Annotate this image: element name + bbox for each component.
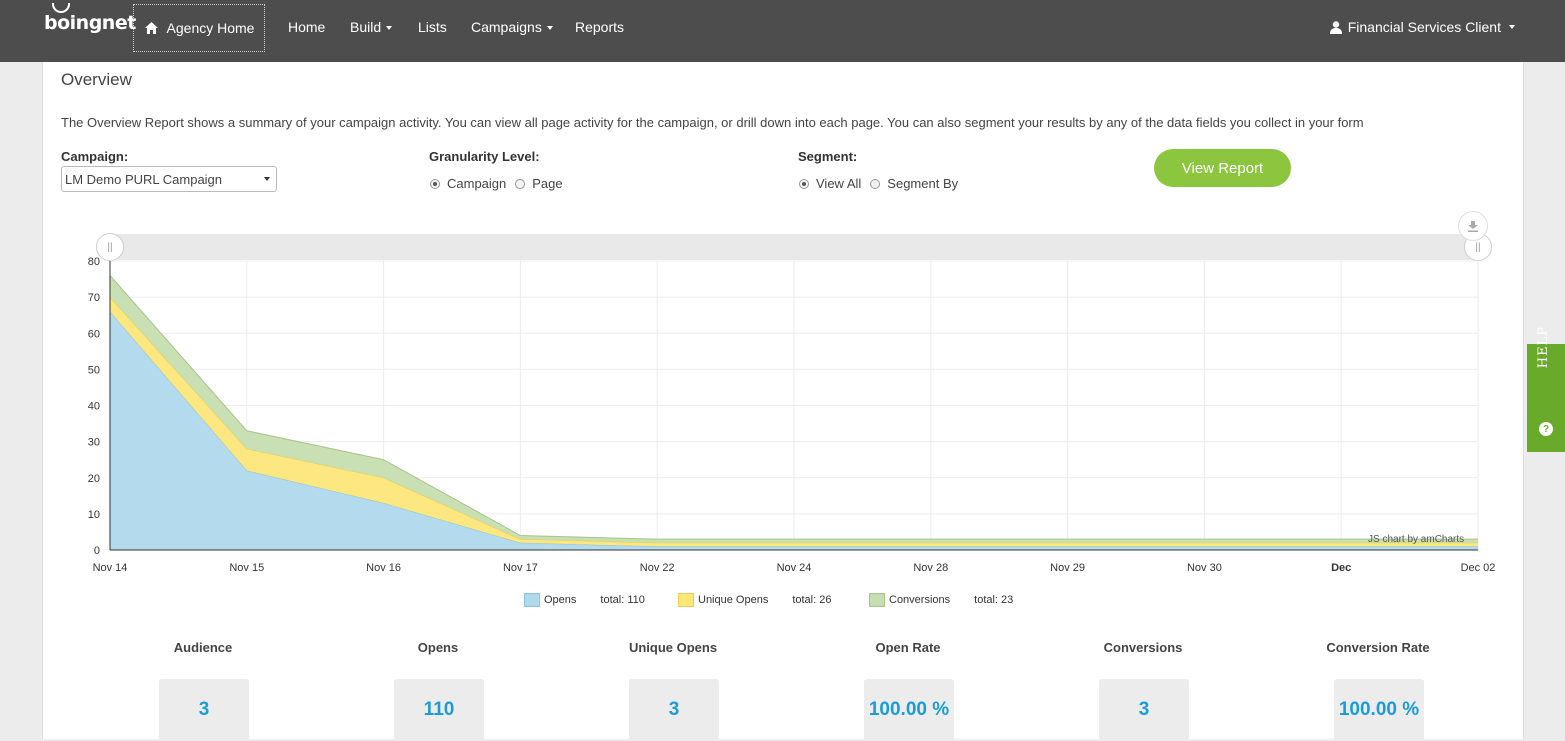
legend-item-unique-opens[interactable]: Unique Opens total: 26	[678, 593, 831, 607]
agency-home-button[interactable]: Agency Home	[133, 4, 265, 52]
stat-conversions-label: Conversions	[1103, 640, 1183, 655]
y-tick-label: 0	[94, 545, 100, 557]
x-tick-label: Nov 14	[93, 562, 128, 574]
user-name: Financial Services Client	[1347, 19, 1501, 35]
stat-audience-value: 3	[159, 679, 249, 741]
stat-opens-label: Opens	[417, 640, 459, 655]
legend-unique-opens-total: total: 26	[792, 594, 832, 606]
stat-open-rate-label: Open Rate	[875, 640, 941, 655]
x-tick-label: Nov 24	[777, 562, 812, 574]
nav-campaigns[interactable]: Campaigns	[471, 19, 553, 35]
legend-unique-opens-label: Unique Opens	[698, 594, 769, 606]
x-tick-label: Nov 28	[913, 562, 948, 574]
legend-unique-opens-swatch	[678, 593, 694, 607]
top-navbar: boingnet Agency Home Home Build Lists Ca…	[0, 0, 1565, 62]
stat-conversions-value: 3	[1099, 679, 1189, 741]
nav-lists[interactable]: Lists	[418, 19, 447, 35]
y-tick-label: 50	[88, 364, 100, 376]
caret-down-icon	[1509, 25, 1515, 29]
stat-unique-opens-label: Unique Opens	[628, 640, 718, 655]
x-tick-label: Nov 16	[366, 562, 401, 574]
x-tick-label: Nov 30	[1187, 562, 1222, 574]
legend-conversions-total: total: 23	[974, 594, 1014, 606]
caret-down-icon	[546, 26, 553, 31]
legend-opens-swatch	[524, 593, 540, 607]
stat-conversion-rate-label: Conversion Rate	[1326, 640, 1430, 655]
y-tick-label: 80	[88, 256, 100, 268]
overview-chart: 0 10 20 30 40 50 60 70 80 Nov 14 Nov 15 Nov 16 Nov 1…	[88, 256, 1496, 574]
stat-conversion-rate-value: 100.00 %	[1334, 679, 1424, 741]
x-tick-label: Nov 17	[503, 562, 538, 574]
boingnet-logo[interactable]: boingnet	[44, 3, 136, 34]
legend-opens-total: total: 110	[600, 594, 645, 606]
x-tick-label: Nov 15	[229, 562, 264, 574]
chart-credit[interactable]: JS chart by amCharts	[1368, 534, 1464, 545]
legend-opens-label: Opens	[544, 594, 577, 606]
y-tick-label: 30	[88, 437, 100, 449]
legend-conversions-label: Conversions	[889, 594, 951, 606]
x-tick-label: Nov 29	[1050, 562, 1085, 574]
stat-audience-label: Audience	[173, 640, 233, 655]
stat-open-rate-value: 100.00 %	[864, 679, 954, 741]
y-tick-label: 10	[88, 509, 100, 521]
help-tab[interactable]: HELP ?	[1527, 326, 1565, 452]
logo-text: boingnet	[44, 12, 136, 34]
nav-home[interactable]: Home	[288, 19, 325, 35]
y-tick-label: 40	[88, 401, 100, 413]
legend-item-opens[interactable]: Opens total: 110	[524, 593, 645, 607]
caret-down-icon	[386, 26, 393, 31]
overview-panel: Overview The Overview Report shows a sum…	[42, 62, 1524, 741]
x-tick-label: Dec	[1331, 562, 1351, 574]
legend-conversions-swatch	[869, 593, 885, 607]
home-icon	[144, 22, 158, 34]
stat-unique-opens-value: 3	[629, 679, 719, 741]
agency-home-label: Agency Home	[166, 20, 255, 36]
legend-item-conversions[interactable]: Conversions total: 23	[869, 593, 1013, 607]
nav-campaigns-label: Campaigns	[471, 19, 542, 35]
help-label: HELP	[1536, 326, 1551, 369]
question-icon: ?	[1539, 422, 1553, 436]
nav-reports-label: Reports	[575, 19, 625, 35]
stat-opens-value: 110	[394, 679, 484, 741]
nav-home-label: Home	[288, 19, 326, 35]
x-tick-label: Dec 02	[1461, 562, 1496, 574]
nav-reports[interactable]: Reports	[575, 19, 624, 35]
user-menu[interactable]: Financial Services Client	[1329, 19, 1515, 35]
x-tick-label: Nov 22	[640, 562, 675, 574]
nav-build[interactable]: Build	[350, 19, 393, 35]
y-tick-label: 60	[88, 328, 100, 340]
nav-build-label: Build	[350, 19, 382, 35]
y-tick-label: 70	[88, 292, 100, 304]
user-icon	[1329, 20, 1342, 34]
nav-lists-label: Lists	[418, 19, 447, 35]
y-tick-label: 20	[88, 473, 100, 485]
